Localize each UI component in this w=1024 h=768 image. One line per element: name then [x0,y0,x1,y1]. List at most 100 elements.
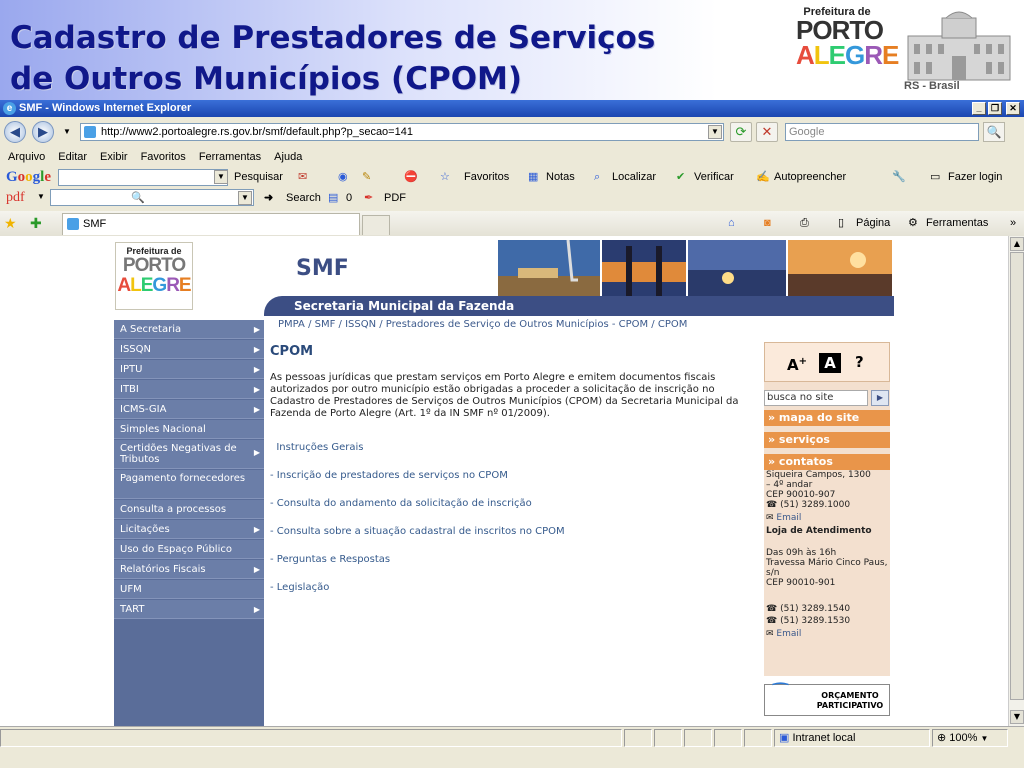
google-search-button[interactable]: Pesquisar [234,167,283,187]
forward-button[interactable]: ▶ [32,121,54,143]
find-button[interactable]: Localizar [612,167,656,187]
orcamento-participativo-banner[interactable]: ⁀ ORÇAMENTO PARTICIPATIVO [764,684,890,716]
favorites-button[interactable]: Favoritos [464,167,509,187]
pdf-search-button[interactable]: Search [286,188,321,208]
pdf-logo-dropdown-icon[interactable]: ▼ [34,191,48,205]
spellcheck-button[interactable]: Verificar [694,167,734,187]
chevron-right-icon: ▶ [253,405,260,414]
menu-ajuda[interactable]: Ajuda [274,151,302,163]
link-consulta-andamento[interactable]: - Consulta do andamento da solicitação d… [270,498,532,509]
page-menu[interactable]: Página [856,211,890,235]
chevron-right-icon: ▶ [253,605,260,614]
contact-info: Siqueira Campos, 1300 – 4º andar CEP 900… [766,470,888,639]
tools-menu[interactable]: Ferramentas [926,211,988,235]
menu-editar[interactable]: Editar [58,151,87,163]
scroll-up-icon[interactable]: ▲ [1010,237,1024,251]
sidebar-item-itbi[interactable]: ITBI ▶ [114,380,264,399]
scroll-thumb[interactable] [1010,252,1024,700]
menu-ferramentas[interactable]: Ferramentas [199,151,261,163]
pagerank-icon[interactable]: ◉ [338,167,348,187]
sidebar-item-uso-espaco[interactable]: Uso do Espaço Público [114,540,264,559]
email-link[interactable]: Email [776,513,801,523]
help-button[interactable]: ? [855,343,864,381]
sidebar-item-simples-nacional[interactable]: Simples Nacional [114,420,264,439]
pdf-button[interactable]: PDF [384,188,406,208]
tab-smf[interactable]: SMF [62,213,360,235]
notes-icon: ▦ [528,171,539,183]
site-map-link[interactable]: » mapa do site [764,410,890,426]
arrow-right-icon[interactable]: ➜ [264,188,273,208]
pdf-icon: ✒ [364,192,374,204]
services-link[interactable]: » serviços [764,432,890,448]
pdf-search-dropdown-icon[interactable]: ▼ [238,191,252,205]
google-logo: Google [6,169,52,185]
feeds-icon[interactable]: ◙ [764,211,771,235]
address-dropdown-icon[interactable]: ▼ [708,125,722,139]
sidebar-item-certidoes[interactable]: Certidões Negativas de Tributos ▶ [114,440,264,469]
history-dropdown-icon[interactable]: ▼ [60,126,74,140]
chevron-more-icon[interactable]: » [1010,211,1016,235]
sidebar-item-iptu[interactable]: IPTU ▶ [114,360,264,379]
sidebar-item-issqn[interactable]: ISSQN ▶ [114,340,264,359]
menu-arquivo[interactable]: Arquivo [8,151,45,163]
sidebar-item-ufm[interactable]: UFM [114,580,264,599]
link-perguntas-respostas[interactable]: - Perguntas e Respostas [270,554,390,565]
sidebar-item-tart[interactable]: TART ▶ [114,600,264,619]
sidebar-item-licitacoes[interactable]: Licitações ▶ [114,520,264,539]
zone-indicator[interactable]: ▣ Intranet local [774,729,930,747]
link-consulta-situacao[interactable]: - Consulta sobre a situação cadastral de… [270,526,565,537]
wrench-icon[interactable]: 🔧 [892,167,906,187]
intro-text: As pessoas jurídicas que prestam serviço… [270,372,739,419]
site-search-input[interactable]: busca no site [764,390,868,406]
home-icon[interactable]: ⌂ [728,211,735,235]
google-search-input[interactable] [58,169,228,186]
minimize-button[interactable]: _ [972,102,986,115]
pdf-search-input[interactable]: 🔍 [50,189,254,206]
block-icon[interactable]: ⛔ [404,167,418,187]
search-button[interactable]: 🔍 [983,122,1005,142]
vertical-scrollbar[interactable]: ▲ ▼ [1008,236,1024,726]
search-input[interactable]: Google [785,123,979,141]
link-instrucoes-gerais[interactable]: Instruções Gerais [270,442,363,453]
notes-button[interactable]: Notas [546,167,575,187]
smf-site: Prefeitura de PORTO ALEGRE SMF Secretari… [114,238,894,726]
favorites-star-icon[interactable]: ★ [4,211,17,235]
address-bar[interactable]: http://www2.portoalegre.rs.gov.br/smf/de… [80,123,724,141]
contacts-link[interactable]: » contatos [764,454,890,470]
sidebar-item-pagamento[interactable]: Pagamento fornecedores [114,470,264,499]
login-button[interactable]: Fazer login [948,167,1002,187]
sidebar-item-icms-gia[interactable]: ICMS-GIA ▶ [114,400,264,419]
close-button[interactable]: ✕ [1006,102,1020,115]
star-icon[interactable]: ☆ [440,167,450,187]
site-search-button[interactable]: ▶ [871,390,889,406]
sidebar-item-a-secretaria[interactable]: A Secretaria ▶ [114,320,264,339]
porto-alegre-logo: Prefeitura de PORTO ALEGRE [796,6,899,70]
zoom-control[interactable]: ⊕ 100% ▼ [932,729,1008,747]
refresh-button[interactable]: ⟳ [730,122,752,142]
link-inscricao[interactable]: - Inscrição de prestadores de serviços n… [270,470,508,481]
stop-button[interactable]: ✕ [756,122,778,142]
autofill-button[interactable]: Autopreencher [774,167,846,187]
sidebar-item-consulta-processos[interactable]: Consulta a processos [114,500,264,519]
font-increase-button[interactable]: A+ [787,343,807,384]
new-tab-button[interactable] [362,215,390,235]
pdf-count: 0 [346,192,353,204]
link-legislacao[interactable]: - Legislação [270,582,329,593]
back-button[interactable]: ◀ [4,121,26,143]
page-icon: ▯ [838,217,845,229]
bookmark-icon[interactable]: ✎ [362,167,371,187]
window-titlebar[interactable]: e SMF - Windows Internet Explorer _ ❐ ✕ [0,100,1024,117]
popup-blocker-icon[interactable]: ✉ [298,167,307,187]
menu-favoritos[interactable]: Favoritos [141,151,186,163]
breadcrumb[interactable]: PMPA / SMF / ISSQN / Prestadores de Serv… [278,319,687,330]
sidebar-item-relatorios[interactable]: Relatórios Fiscais ▶ [114,560,264,579]
font-normal-button[interactable]: A [819,353,841,373]
email-link-2[interactable]: Email [776,629,801,639]
scroll-down-icon[interactable]: ▼ [1010,710,1024,724]
site-logo[interactable]: Prefeitura de PORTO ALEGRE [115,242,193,310]
restore-button[interactable]: ❐ [988,102,1002,115]
print-icon[interactable]: ⎙ [800,211,809,235]
menu-exibir[interactable]: Exibir [100,151,128,163]
add-favorite-icon[interactable]: ✚ [30,211,42,235]
google-dropdown-icon[interactable]: ▼ [214,170,228,184]
